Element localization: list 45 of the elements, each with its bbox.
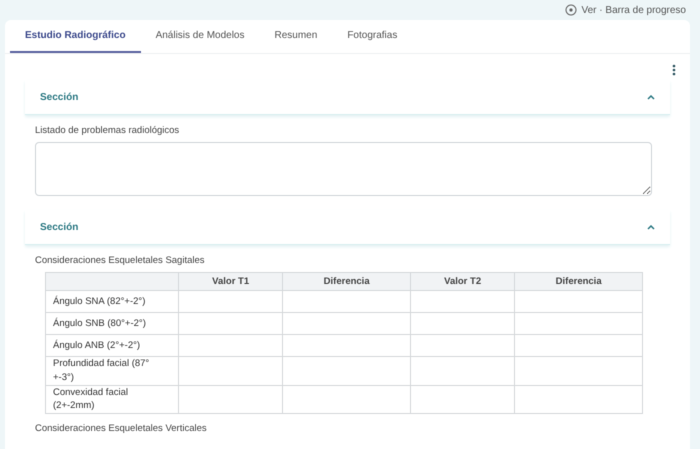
tab[interactable]: Estudio Radiográfico	[10, 20, 141, 53]
column-header: Valor T2	[410, 272, 515, 290]
table-cell[interactable]	[178, 356, 283, 386]
section-header[interactable]: Sección	[25, 210, 670, 245]
chevron-up-icon[interactable]	[647, 224, 655, 230]
table-cell[interactable]	[282, 385, 410, 414]
table-cell[interactable]	[514, 290, 642, 312]
table-cell[interactable]	[514, 385, 642, 414]
section-title: Sección	[40, 92, 78, 102]
table-cell[interactable]	[410, 356, 515, 386]
table-cell[interactable]	[514, 334, 642, 356]
table-cell: Ángulo SNB (80°+-2°)	[46, 312, 178, 334]
table-cell[interactable]	[410, 334, 515, 356]
field-label: Listado de problemas radiológicos	[35, 125, 180, 136]
table-cell[interactable]	[282, 356, 410, 386]
table-label: Consideraciones Esqueletales Sagitales	[35, 255, 206, 266]
table-cell[interactable]	[178, 312, 283, 334]
table-cell[interactable]	[282, 312, 410, 334]
table-cell[interactable]	[410, 312, 515, 334]
table-cell[interactable]	[178, 290, 283, 312]
section-label: Consideraciones Esqueletales Verticales	[35, 423, 208, 434]
table-cell: Ángulo ANB (2°+-2°)	[46, 334, 178, 356]
table-cell[interactable]	[178, 334, 283, 356]
tab[interactable]: Análisis de Modelos	[140, 20, 260, 53]
table-cell[interactable]	[514, 312, 642, 334]
chevron-up-icon[interactable]	[647, 94, 655, 100]
column-header: Valor T1	[178, 272, 283, 290]
table-cell[interactable]	[178, 385, 283, 414]
table-cell: Profundidad facial (87° +-3°)	[46, 356, 178, 386]
table-cell[interactable]	[282, 290, 410, 312]
table-cell: Convexidad facial (2+-2mm)	[46, 385, 178, 414]
problems-textarea[interactable]	[35, 142, 652, 196]
column-header: Diferencia	[514, 272, 642, 290]
table-cell[interactable]	[282, 334, 410, 356]
section-title: Sección	[40, 222, 78, 232]
more-options-icon[interactable]	[672, 64, 676, 76]
table-cell[interactable]	[410, 290, 515, 312]
table-cell[interactable]	[514, 356, 642, 386]
tab[interactable]: Fotografias	[332, 20, 412, 53]
table-cell[interactable]	[410, 385, 515, 414]
tab[interactable]: Resumen	[260, 20, 332, 53]
section-header[interactable]: Sección	[25, 80, 670, 115]
table-cell: Ángulo SNA (82°+-2°)	[46, 290, 178, 312]
column-header: Diferencia	[282, 272, 410, 290]
progress-bar-link[interactable]: Ver · Barra de progreso	[582, 4, 686, 16]
